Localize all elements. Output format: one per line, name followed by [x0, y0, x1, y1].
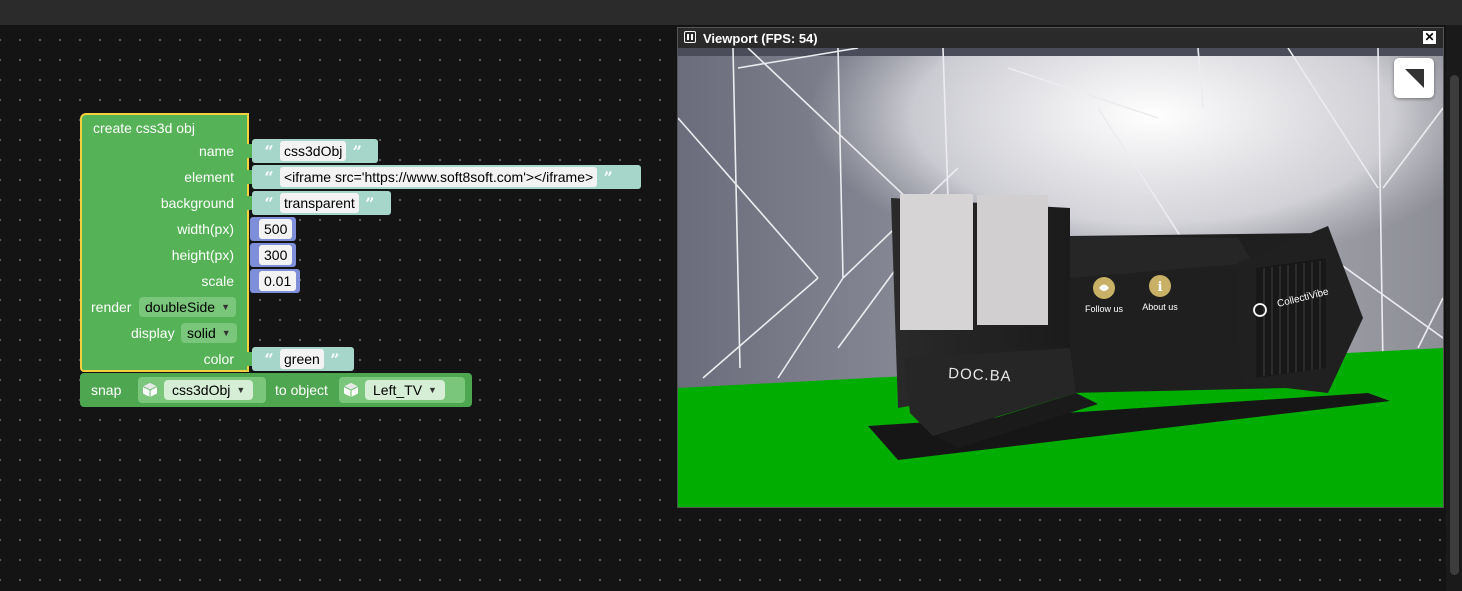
- snap-target-value: Left_TV: [373, 382, 423, 398]
- name-label: name: [198, 143, 234, 159]
- open-quote-icon: “: [264, 141, 274, 161]
- screen-right: [977, 195, 1048, 325]
- about-us-label: About us: [1142, 302, 1178, 312]
- wall-top-edge: [678, 48, 1443, 56]
- name-input[interactable]: css3dObj: [280, 141, 347, 161]
- scale-number-block[interactable]: 0.01: [250, 269, 301, 293]
- input-socket: [242, 170, 252, 184]
- booth-slats: [1256, 258, 1326, 378]
- open-quote-icon: “: [264, 193, 274, 213]
- element-label: element: [184, 169, 234, 185]
- width-input[interactable]: 500: [259, 219, 293, 239]
- cube-icon: [142, 383, 158, 397]
- scale-label: scale: [201, 273, 234, 289]
- render-dropdown[interactable]: doubleSide ▼: [139, 297, 236, 317]
- scrollbar-thumb[interactable]: [1450, 75, 1459, 575]
- display-dropdown[interactable]: solid ▼: [181, 323, 237, 343]
- follow-us-label: Follow us: [1085, 304, 1124, 314]
- color-input[interactable]: green: [280, 349, 324, 369]
- close-quote-icon: ”: [365, 193, 375, 213]
- element-input[interactable]: <iframe src='https://www.soft8soft.com'>…: [280, 167, 598, 187]
- fullscreen-icon: [1405, 69, 1424, 88]
- info-glyph: i: [1158, 280, 1163, 295]
- dropdown-arrow-icon: ▼: [236, 385, 246, 395]
- display-value: solid: [187, 325, 216, 341]
- dropdown-arrow-icon: ▼: [221, 302, 230, 312]
- pause-icon[interactable]: [684, 31, 696, 43]
- viewport-panel[interactable]: Viewport (FPS: 54) ✕ Follow us i About u…: [677, 27, 1444, 508]
- open-quote-icon: “: [264, 349, 274, 369]
- doc-ba-logo: DOC.BA: [948, 365, 1012, 385]
- snap-label: snap: [91, 382, 122, 398]
- dropdown-arrow-icon: ▼: [428, 385, 437, 395]
- width-number-block[interactable]: 500: [250, 217, 297, 241]
- background-text-block[interactable]: “ transparent ”: [252, 191, 391, 215]
- height-label: height(px): [171, 247, 234, 263]
- display-label: display: [131, 325, 175, 341]
- snap-object-dropdown[interactable]: css3dObj ▼: [164, 380, 254, 400]
- close-quote-icon: ”: [603, 167, 613, 187]
- block-title: create css3d obj: [93, 120, 195, 136]
- top-toolbar: [0, 0, 1462, 25]
- cube-icon: [343, 383, 359, 397]
- input-socket: [242, 144, 252, 158]
- render-value: doubleSide: [145, 299, 216, 315]
- to-object-label: to object: [275, 382, 328, 398]
- fullscreen-button[interactable]: [1394, 58, 1434, 98]
- name-text-block[interactable]: “ css3dObj ”: [252, 139, 378, 163]
- viewport-title: Viewport (FPS: 54): [703, 31, 818, 46]
- snap-object-value: css3dObj: [172, 382, 231, 398]
- snap-target-dropdown[interactable]: Left_TV ▼: [365, 380, 445, 400]
- close-icon[interactable]: ✕: [1423, 31, 1436, 44]
- width-label: width(px): [177, 221, 234, 237]
- viewport-header[interactable]: Viewport (FPS: 54) ✕: [678, 28, 1443, 48]
- color-label: color: [203, 351, 234, 367]
- background-label: background: [160, 195, 234, 211]
- snap-object-block[interactable]: css3dObj ▼: [138, 377, 266, 403]
- open-quote-icon: “: [264, 167, 274, 187]
- close-quote-icon: ”: [330, 349, 340, 369]
- background-input[interactable]: transparent: [280, 193, 359, 213]
- 3d-scene-canvas[interactable]: Follow us i About us CollectiVibe DOC.BA: [678, 48, 1443, 507]
- height-number-block[interactable]: 300: [250, 243, 297, 267]
- height-input[interactable]: 300: [259, 245, 293, 265]
- screen-left: [900, 194, 973, 330]
- element-text-block[interactable]: “ <iframe src='https://www.soft8soft.com…: [252, 165, 641, 189]
- snap-target-block[interactable]: Left_TV ▼: [339, 377, 465, 403]
- close-quote-icon: ”: [352, 141, 362, 161]
- input-socket: [242, 352, 252, 366]
- color-text-block[interactable]: “ green ”: [252, 347, 354, 371]
- dropdown-arrow-icon: ▼: [221, 328, 231, 338]
- render-label: render: [91, 299, 132, 315]
- scale-input[interactable]: 0.01: [259, 271, 297, 291]
- input-socket: [242, 196, 252, 210]
